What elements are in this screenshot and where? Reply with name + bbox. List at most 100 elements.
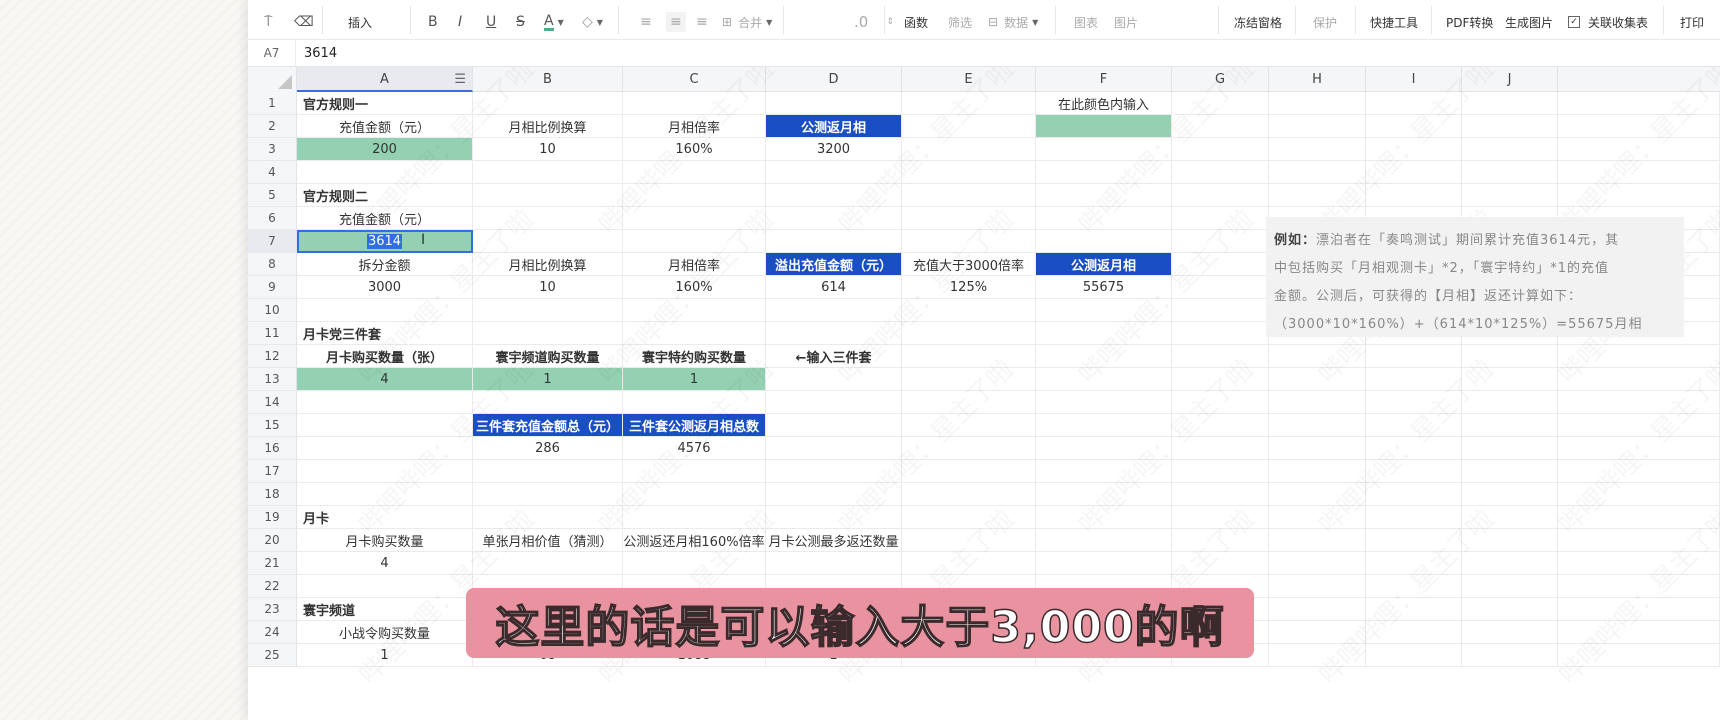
cell-k14[interactable]	[1558, 391, 1720, 414]
cell-i21[interactable]	[1366, 552, 1462, 575]
cell-f18[interactable]	[1036, 483, 1172, 506]
cell-j3[interactable]	[1462, 138, 1558, 161]
cell-b17[interactable]	[473, 460, 623, 483]
strikethrough-button[interactable]: S	[516, 12, 525, 32]
cell-j23[interactable]	[1462, 598, 1558, 621]
row-header-8[interactable]: 8	[248, 253, 297, 276]
cell-j18[interactable]	[1462, 483, 1558, 506]
cell-k16[interactable]	[1558, 437, 1720, 460]
cell-k25[interactable]	[1558, 644, 1720, 667]
cell-e19[interactable]	[902, 506, 1036, 529]
align-center-button[interactable]: ≡	[666, 12, 686, 32]
cell-c10[interactable]	[623, 299, 766, 322]
cell-b8[interactable]: 月相比例换算	[473, 253, 623, 276]
cell-k1[interactable]	[1558, 92, 1720, 115]
cell-j21[interactable]	[1462, 552, 1558, 575]
cell-d15[interactable]	[766, 414, 902, 437]
generate-image-button[interactable]: 生成图片	[1505, 12, 1553, 32]
cell-d10[interactable]	[766, 299, 902, 322]
cell-h20[interactable]	[1269, 529, 1366, 552]
cell-j12[interactable]	[1462, 345, 1558, 368]
row-header-25[interactable]: 25	[248, 644, 297, 667]
row-header-17[interactable]: 17	[248, 460, 297, 483]
cell-i5[interactable]	[1366, 184, 1462, 207]
cell-g1[interactable]	[1172, 92, 1269, 115]
cell-g3[interactable]	[1172, 138, 1269, 161]
data-button[interactable]: ⊟ 数据 ▼	[988, 12, 1038, 32]
cell-g19[interactable]	[1172, 506, 1269, 529]
cell-i12[interactable]	[1366, 345, 1462, 368]
cell-e20[interactable]	[902, 529, 1036, 552]
cell-e17[interactable]	[902, 460, 1036, 483]
cell-h4[interactable]	[1269, 161, 1366, 184]
formula-input[interactable]: 3614	[296, 46, 337, 61]
cell-g9[interactable]	[1172, 276, 1269, 299]
cell-f9[interactable]: 55675	[1036, 276, 1172, 299]
cell-i19[interactable]	[1366, 506, 1462, 529]
cell-k3[interactable]	[1558, 138, 1720, 161]
cell-g17[interactable]	[1172, 460, 1269, 483]
cell-a13[interactable]: 4	[297, 368, 473, 391]
cell-e9[interactable]: 125%	[902, 276, 1036, 299]
cell-b7[interactable]	[473, 230, 623, 253]
cell-h18[interactable]	[1269, 483, 1366, 506]
cell-h13[interactable]	[1269, 368, 1366, 391]
clear-format-button[interactable]: ⌫	[294, 12, 314, 32]
cell-g5[interactable]	[1172, 184, 1269, 207]
cell-e11[interactable]	[902, 322, 1036, 345]
print-button[interactable]: 打印	[1680, 12, 1704, 32]
row-header-13[interactable]: 13	[248, 368, 297, 391]
cell-h2[interactable]	[1269, 115, 1366, 138]
cell-f2[interactable]	[1036, 115, 1172, 138]
row-header-14[interactable]: 14	[248, 391, 297, 414]
cell-b18[interactable]	[473, 483, 623, 506]
cell-e15[interactable]	[902, 414, 1036, 437]
cell-e14[interactable]	[902, 391, 1036, 414]
cell-i2[interactable]	[1366, 115, 1462, 138]
cell-j14[interactable]	[1462, 391, 1558, 414]
cell-a18[interactable]	[297, 483, 473, 506]
cell-h22[interactable]	[1269, 575, 1366, 598]
cell-c3[interactable]: 160%	[623, 138, 766, 161]
cell-a4[interactable]	[297, 161, 473, 184]
cell-e16[interactable]	[902, 437, 1036, 460]
cell-e12[interactable]	[902, 345, 1036, 368]
cell-a7[interactable]: 3614 I	[297, 230, 473, 253]
cell-e18[interactable]	[902, 483, 1036, 506]
bold-button[interactable]: B	[428, 12, 438, 32]
cell-c14[interactable]	[623, 391, 766, 414]
cell-a12[interactable]: 月卡购买数量（张）	[297, 345, 473, 368]
quick-tools-button[interactable]: 快捷工具	[1370, 12, 1418, 32]
cell-g13[interactable]	[1172, 368, 1269, 391]
cell-f12[interactable]	[1036, 345, 1172, 368]
cell-j20[interactable]	[1462, 529, 1558, 552]
row-header-23[interactable]: 23	[248, 598, 297, 621]
row-header-20[interactable]: 20	[248, 529, 297, 552]
insert-button[interactable]: 插入	[348, 12, 372, 32]
cell-k13[interactable]	[1558, 368, 1720, 391]
row-header-9[interactable]: 9	[248, 276, 297, 299]
cell-f21[interactable]	[1036, 552, 1172, 575]
cell-f15[interactable]	[1036, 414, 1172, 437]
row-header-21[interactable]: 21	[248, 552, 297, 575]
cell-b12[interactable]: 寰宇频道购买数量	[473, 345, 623, 368]
cell-f7[interactable]	[1036, 230, 1172, 253]
cell-f13[interactable]	[1036, 368, 1172, 391]
cell-a6[interactable]: 充值金额（元）	[297, 207, 473, 230]
cell-k22[interactable]	[1558, 575, 1720, 598]
cell-h19[interactable]	[1269, 506, 1366, 529]
cell-i18[interactable]	[1366, 483, 1462, 506]
cell-d19[interactable]	[766, 506, 902, 529]
format-painter-button[interactable]: ⍑	[264, 12, 272, 32]
cell-j16[interactable]	[1462, 437, 1558, 460]
cell-i1[interactable]	[1366, 92, 1462, 115]
row-header-19[interactable]: 19	[248, 506, 297, 529]
cell-k2[interactable]	[1558, 115, 1720, 138]
cell-f1[interactable]: 在此颜色内输入	[1036, 92, 1172, 115]
cell-h25[interactable]	[1269, 644, 1366, 667]
underline-button[interactable]: U	[486, 12, 496, 32]
cell-d8[interactable]: 溢出充值金额（元）	[766, 253, 902, 276]
cell-e21[interactable]	[902, 552, 1036, 575]
cell-k4[interactable]	[1558, 161, 1720, 184]
row-header-22[interactable]: 22	[248, 575, 297, 598]
